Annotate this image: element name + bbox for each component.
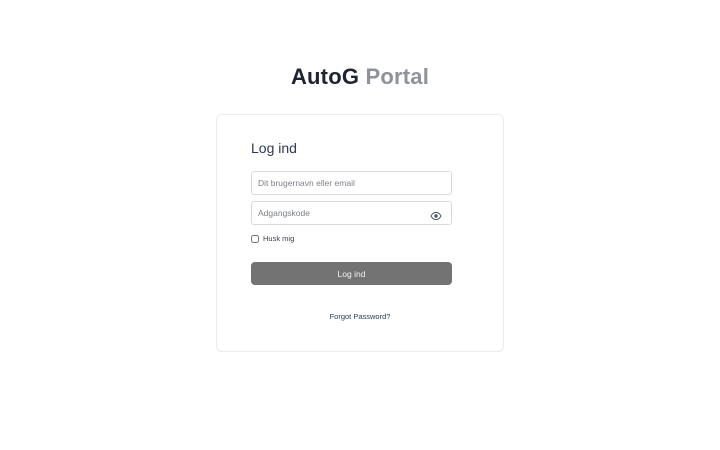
- username-input[interactable]: [252, 172, 433, 194]
- forgot-password: Forgot Password?: [217, 312, 503, 322]
- remember-me: Husk mig: [251, 233, 294, 245]
- remember-me-checkbox[interactable]: [251, 235, 259, 243]
- remember-me-label: Husk mig: [263, 234, 295, 243]
- password-field-wrapper: [251, 201, 452, 225]
- forgot-password-link[interactable]: Forgot Password?: [330, 312, 391, 321]
- login-title: Log ind: [251, 140, 297, 156]
- username-field-wrapper: [251, 171, 452, 195]
- brand-name-secondary: Portal: [365, 64, 430, 89]
- login-page: AutoG Portal Log ind Husk mig Log ind Fo…: [0, 0, 720, 450]
- login-button[interactable]: Log ind: [251, 262, 452, 285]
- password-input[interactable]: [252, 202, 433, 224]
- brand-logo: AutoG Portal: [0, 63, 720, 91]
- eye-icon[interactable]: [430, 208, 442, 221]
- brand-name-primary: AutoG: [290, 64, 360, 89]
- login-card: Log ind Husk mig Log ind Forgot Password…: [216, 114, 504, 352]
